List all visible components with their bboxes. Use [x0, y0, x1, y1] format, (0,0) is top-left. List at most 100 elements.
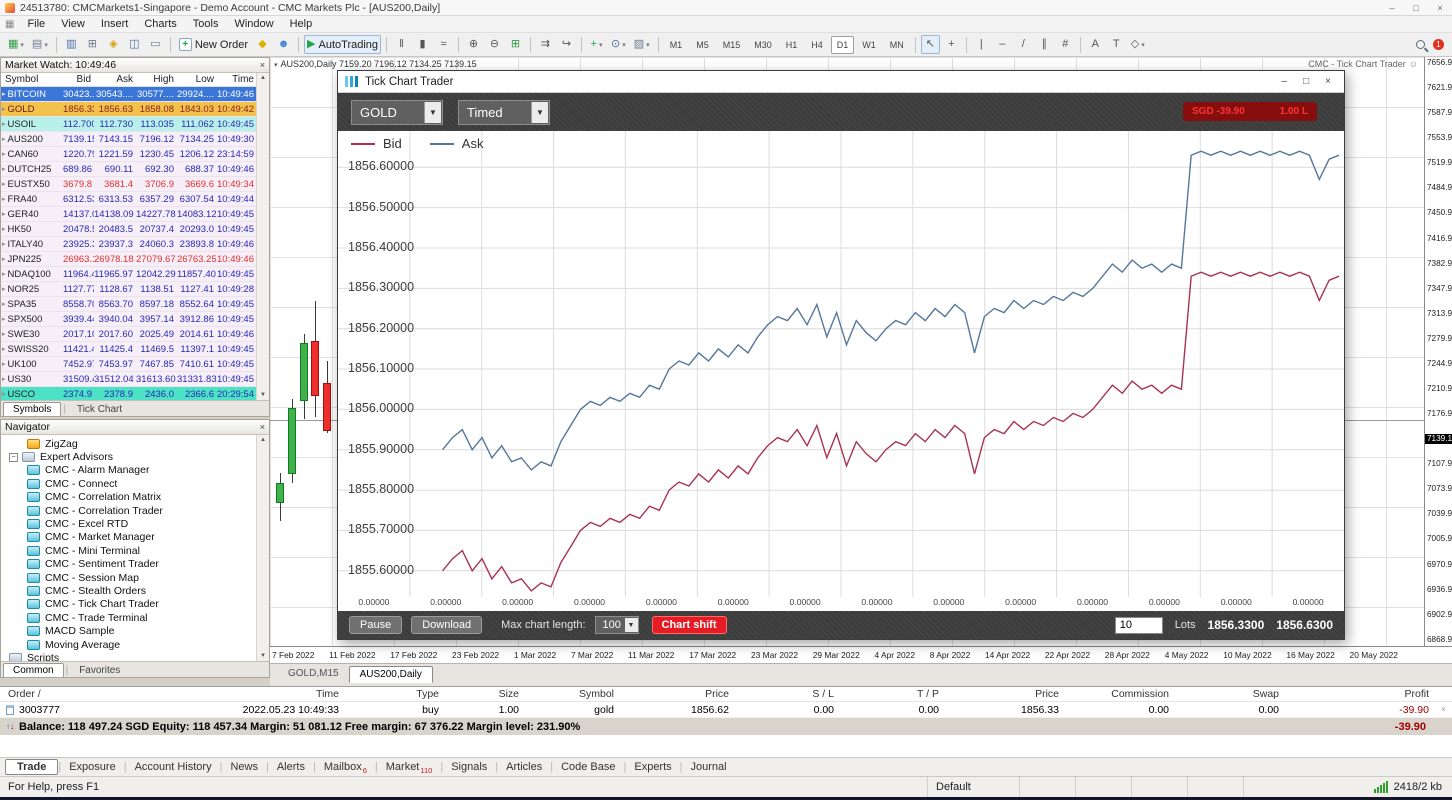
market-watch-row-swiss20[interactable]: ▸SWISS2011421.411425.411469.511397.110:4… — [1, 342, 256, 357]
market-watch-row-dutch25[interactable]: ▸DUTCH25689.86690.11692.30688.3710:49:46 — [1, 162, 256, 177]
timeframe-d1[interactable]: D1 — [831, 36, 855, 54]
terminal-column-commission[interactable]: Commission — [1065, 687, 1175, 701]
terminal-column-type[interactable]: Type — [345, 687, 445, 701]
terminal-column-s-l[interactable]: S / L — [735, 687, 840, 701]
terminal-toggle-button[interactable]: ◫ — [125, 35, 144, 54]
market-watch-row-jpn225[interactable]: ▸JPN22526963.1826978.1827079.6726763.251… — [1, 252, 256, 267]
menu-item-charts[interactable]: Charts — [136, 17, 184, 31]
navigator-item-moving-average[interactable]: Moving Average — [1, 638, 256, 651]
scroll-down-icon[interactable]: ▼ — [260, 392, 266, 398]
candles-chart-button[interactable]: ▮ — [413, 35, 432, 54]
minimize-button[interactable]: – — [1385, 3, 1399, 13]
terminal-column-swap[interactable]: Swap — [1175, 687, 1285, 701]
market-watch-row-bitcoin[interactable]: ▸BITCOIN30423....30543....30577....29924… — [1, 87, 256, 102]
new-order-button[interactable]: +New Order — [176, 35, 251, 54]
close-button[interactable]: × — [1433, 3, 1447, 13]
terminal-column-symbol[interactable]: Symbol — [525, 687, 620, 701]
menu-item-file[interactable]: File — [19, 17, 53, 31]
new-chart-button[interactable]: ▦ — [5, 35, 27, 54]
column-header-high[interactable]: High — [136, 73, 177, 86]
column-header-symbol[interactable]: Symbol — [1, 73, 63, 86]
chart-shift-button[interactable]: ↪ — [557, 35, 576, 54]
pause-button[interactable]: Pause — [349, 616, 402, 634]
crosshair-tool-button[interactable]: + — [942, 35, 961, 54]
timeframe-h1[interactable]: H1 — [780, 36, 804, 54]
terminal-tab-trade[interactable]: Trade — [5, 759, 58, 775]
market-watch-row-spa35[interactable]: ▸SPA358558.708563.708597.188552.6410:49:… — [1, 297, 256, 312]
market-watch-row-spx500[interactable]: ▸SPX5003939.443940.043957.143912.8610:49… — [1, 312, 256, 327]
terminal-tab-alerts[interactable]: Alerts — [269, 760, 313, 774]
trendline-tool-button[interactable]: / — [1014, 35, 1033, 54]
search-icon[interactable] — [1416, 40, 1425, 49]
scroll-up-icon[interactable]: ▲ — [260, 437, 266, 443]
terminal-order-row[interactable]: 30037772022.05.23 10:49:33buy1.00gold185… — [0, 702, 1452, 718]
maximize-button[interactable]: □ — [1409, 3, 1423, 13]
vertical-line-tool-button[interactable]: | — [972, 35, 991, 54]
terminal-tab-news[interactable]: News — [222, 760, 266, 774]
terminal-column-price[interactable]: Price — [620, 687, 735, 701]
market-watch-row-can60[interactable]: ▸CAN601220.791221.591230.451206.1223:14:… — [1, 147, 256, 162]
navigator-item-cmc-market-manager[interactable]: CMC - Market Manager — [1, 531, 256, 544]
scroll-down-icon[interactable]: ▼ — [260, 653, 266, 659]
profiles-button[interactable]: ▤ — [29, 35, 51, 54]
market-watch-row-us30[interactable]: ▸US3031509.4431512.0431613.6031331.8310:… — [1, 372, 256, 387]
indicators-button[interactable]: + — [587, 35, 606, 54]
zoom-out-button[interactable]: ⊖ — [485, 35, 504, 54]
timeframe-h4[interactable]: H4 — [805, 36, 829, 54]
navigator-item-zigzag[interactable]: ZigZag — [1, 437, 256, 450]
terminal-column-time[interactable]: Time — [230, 687, 345, 701]
terminal-column-price[interactable]: Price — [945, 687, 1065, 701]
navigator-item-macd-sample[interactable]: MACD Sample — [1, 624, 256, 637]
terminal-column-t-p[interactable]: T / P — [840, 687, 945, 701]
terminal-tab-account-history[interactable]: Account History — [127, 760, 220, 774]
navigator-item-cmc-correlation-trader[interactable]: CMC - Correlation Trader — [1, 504, 256, 517]
navigator-item-cmc-sentiment-trader[interactable]: CMC - Sentiment Trader — [1, 558, 256, 571]
market-watch-row-fra40[interactable]: ▸FRA406312.536313.536357.296307.5410:49:… — [1, 192, 256, 207]
market-watch-row-ger40[interactable]: ▸GER4014137.0914138.0914227.7814083.1210… — [1, 207, 256, 222]
navigator-toggle-button[interactable]: ◈ — [104, 35, 123, 54]
label-tool-button[interactable]: T — [1107, 35, 1126, 54]
navigator-scrollbar[interactable]: ▲ ▼ — [256, 435, 269, 661]
column-header-bid[interactable]: Bid — [63, 73, 94, 86]
tick-plot[interactable]: BidAsk 0.000000.000000.000000.000000.000… — [338, 131, 1344, 611]
chevron-down-icon[interactable]: ▾ — [274, 62, 278, 69]
data-window-toggle-button[interactable]: ⊞ — [83, 35, 102, 54]
close-position-icon[interactable]: × — [1435, 702, 1452, 718]
terminal-tab-experts[interactable]: Experts — [626, 760, 679, 774]
close-button[interactable]: × — [1325, 76, 1331, 87]
market-watch-close-icon[interactable]: × — [260, 60, 265, 70]
text-tool-button[interactable]: A — [1086, 35, 1105, 54]
line-chart-button[interactable]: ≈ — [434, 35, 453, 54]
chart-menu-icon[interactable]: ▦ — [5, 19, 14, 30]
chart-shift-button[interactable]: Chart shift — [652, 616, 727, 634]
symbol-select[interactable]: GOLD ▼ — [351, 100, 443, 125]
market-watch-row-usco[interactable]: ▸USCO2374.92378.92436.02366.620:29:54 — [1, 387, 256, 400]
market-watch-row-swe30[interactable]: ▸SWE302017.102017.602025.492014.6110:49:… — [1, 327, 256, 342]
timeframe-mn[interactable]: MN — [884, 36, 910, 54]
navigator-item-cmc-correlation-matrix[interactable]: CMC - Correlation Matrix — [1, 491, 256, 504]
menu-item-insert[interactable]: Insert — [93, 17, 137, 31]
navigator-item-cmc-excel-rtd[interactable]: CMC - Excel RTD — [1, 517, 256, 530]
terminal-column-profit[interactable]: Profit — [1285, 687, 1435, 701]
market-watch-row-hk50[interactable]: ▸HK5020478.520483.520737.420293.010:49:4… — [1, 222, 256, 237]
market-watch-row-uk100[interactable]: ▸UK1007452.977453.977467.857410.6110:49:… — [1, 357, 256, 372]
auto-scroll-button[interactable]: ⇉ — [536, 35, 555, 54]
timeframe-m30[interactable]: M30 — [748, 36, 778, 54]
channel-tool-button[interactable]: ∥ — [1035, 35, 1054, 54]
terminal-tab-signals[interactable]: Signals — [443, 760, 495, 774]
zoom-in-button[interactable]: ⊕ — [464, 35, 483, 54]
navigator-item-cmc-connect[interactable]: CMC - Connect — [1, 477, 256, 490]
column-header-time[interactable]: Time — [217, 73, 257, 86]
community-button[interactable]: ☻ — [274, 35, 293, 54]
max-chart-length-select[interactable]: 100 ▼ — [595, 616, 639, 634]
navigator-item-cmc-tick-chart-trader[interactable]: CMC - Tick Chart Trader — [1, 598, 256, 611]
navigator-item-scripts[interactable]: Scripts — [1, 651, 256, 661]
market-watch-row-gold[interactable]: ▸GOLD1856.331856.631858.081843.0310:49:4… — [1, 102, 256, 117]
menu-item-view[interactable]: View — [53, 17, 93, 31]
menu-item-window[interactable]: Window — [226, 17, 281, 31]
fibonacci-tool-button[interactable]: # — [1056, 35, 1075, 54]
navigator-item-cmc-mini-terminal[interactable]: CMC - Mini Terminal — [1, 544, 256, 557]
terminal-column-order[interactable]: Order / — [0, 687, 230, 701]
periods-button[interactable]: ⊙ — [608, 35, 629, 54]
column-header-ask[interactable]: Ask — [94, 73, 136, 86]
